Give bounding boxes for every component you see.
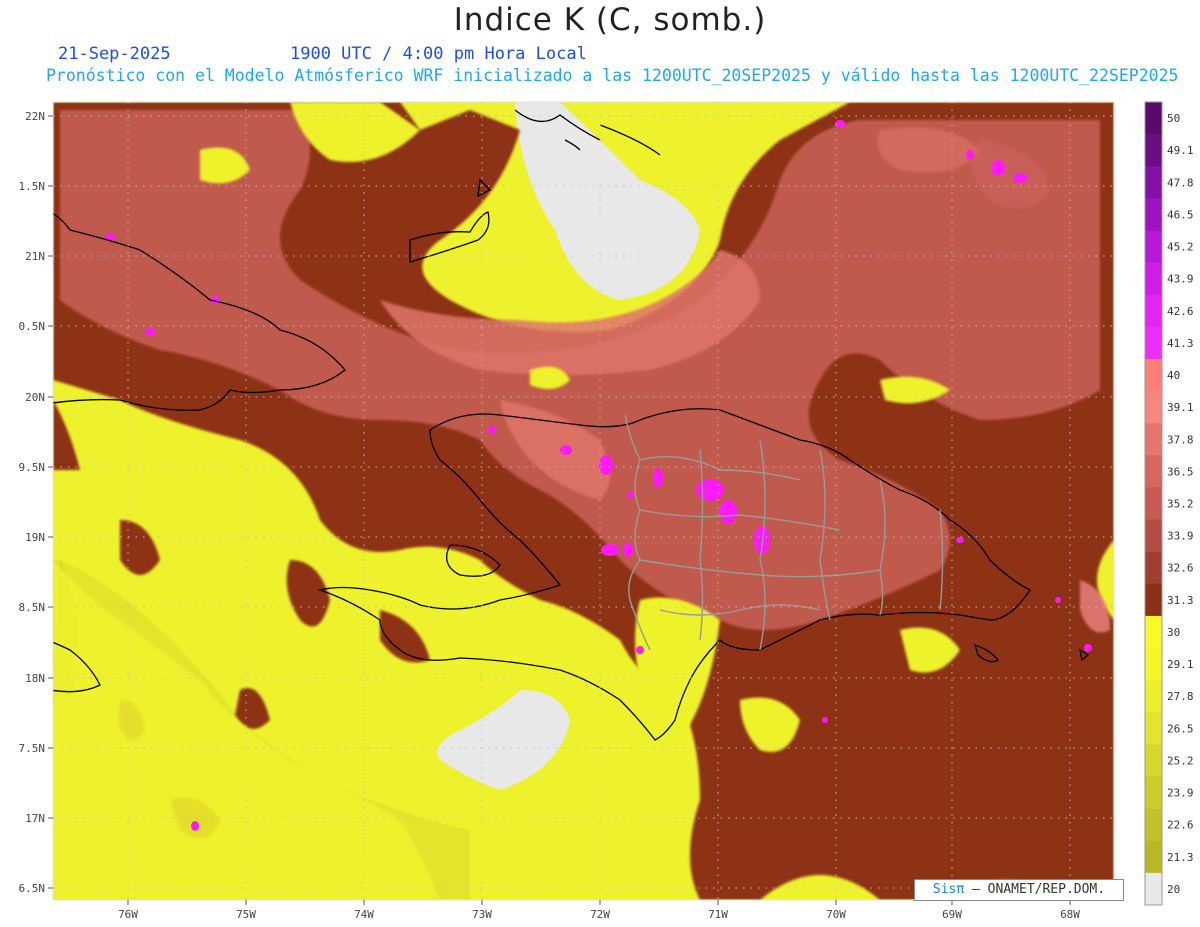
- lat-label: 18N: [25, 672, 45, 685]
- legend-label: 22.6: [1167, 819, 1194, 832]
- legend-swatch: [1145, 358, 1162, 392]
- lat-label: 20N: [25, 391, 45, 404]
- legend-swatch: [1145, 776, 1162, 810]
- legend-label: 43.9: [1167, 273, 1194, 286]
- legend-swatch: [1145, 166, 1162, 199]
- legend-label: 33.9: [1167, 530, 1194, 543]
- legend-swatch: [1145, 487, 1162, 521]
- legend-label: 37.8: [1167, 433, 1194, 446]
- latitude-labels: 22N 1.5N 21N 0.5N 20N 9.5N 19N 8.5N 18N …: [19, 110, 46, 895]
- legend-swatch: [1145, 391, 1162, 424]
- legend-swatch: [1145, 712, 1162, 745]
- lon-label: 75W: [236, 908, 256, 921]
- legend-label: 46.5: [1167, 208, 1194, 221]
- legend-label: 20: [1167, 883, 1180, 896]
- legend-label: 49.1: [1167, 144, 1194, 157]
- legend-swatch: [1145, 230, 1162, 264]
- lat-label: 21N: [25, 250, 45, 263]
- legend-swatch: [1145, 583, 1162, 617]
- legend-swatch: [1145, 294, 1162, 328]
- lat-label: 8.5N: [19, 601, 46, 614]
- legend-label: 39.1: [1167, 401, 1194, 414]
- lat-label: 17N: [25, 812, 45, 825]
- lon-label: 71W: [708, 908, 728, 921]
- legend-swatch: [1145, 551, 1162, 585]
- credit-sis: Sisπ: [932, 882, 965, 897]
- lon-label: 74W: [354, 908, 374, 921]
- legend-label: 32.6: [1167, 562, 1194, 575]
- legend-label: 26.5: [1167, 722, 1194, 735]
- lat-label: 0.5N: [19, 320, 46, 333]
- legend-swatch: [1145, 423, 1162, 456]
- legend-label: 25.2: [1167, 754, 1194, 767]
- credit-org: – ONAMET/REP.DOM.: [964, 882, 1106, 897]
- legend-label: 50: [1167, 112, 1180, 125]
- legend-label: 45.2: [1167, 241, 1194, 254]
- lon-label: 68W: [1060, 908, 1080, 921]
- legend-label: 41.3: [1167, 337, 1194, 350]
- legend-swatch: [1145, 455, 1162, 488]
- lon-label: 70W: [826, 908, 846, 921]
- forecast-map: 76W 75W 74W 73W 72W 71W 70W 69W 68W 22N …: [19, 101, 1194, 921]
- lon-label: 72W: [590, 908, 610, 921]
- legend-swatch: [1145, 648, 1162, 681]
- lon-label: 73W: [472, 908, 492, 921]
- legend-swatch: [1145, 615, 1162, 649]
- lon-label: 76W: [118, 908, 138, 921]
- k-index-field: [53, 102, 1114, 900]
- legend-swatch: [1145, 872, 1162, 906]
- legend-swatch: [1145, 198, 1162, 231]
- legend-label: 23.9: [1167, 787, 1194, 800]
- legend-swatch: [1145, 680, 1162, 713]
- lat-label: 22N: [25, 110, 45, 123]
- lat-label: 19N: [25, 531, 45, 544]
- legend-label: 40: [1167, 369, 1180, 382]
- legend-swatch: [1145, 744, 1162, 778]
- legend-label: 31.3: [1167, 594, 1194, 607]
- legend-label: 30: [1167, 626, 1180, 639]
- legend-label: 35.2: [1167, 498, 1194, 511]
- legend-label: 36.5: [1167, 465, 1194, 478]
- legend-swatch: [1145, 840, 1162, 874]
- legend-label: 21.3: [1167, 851, 1194, 864]
- legend-label: 42.6: [1167, 305, 1194, 318]
- legend-swatch: [1145, 808, 1162, 842]
- lat-label: 1.5N: [19, 180, 46, 193]
- longitude-labels: 76W 75W 74W 73W 72W 71W 70W 69W 68W: [118, 908, 1080, 921]
- color-legend: 50 49.1 47.8 46.5 45.2 43.9 42.6 41.3 40 39.1 37.8…: [1144, 101, 1194, 906]
- legend-label: 47.8: [1167, 176, 1194, 189]
- credit-box: Sisπ – ONAMET/REP.DOM.: [914, 879, 1124, 901]
- lat-label: 7.5N: [19, 742, 46, 755]
- legend-swatch: [1145, 262, 1162, 296]
- legend-swatch: [1145, 519, 1162, 553]
- legend-swatch: [1145, 134, 1162, 167]
- legend-label: 27.8: [1167, 690, 1194, 703]
- lat-label: 6.5N: [19, 882, 46, 895]
- legend-swatch: [1145, 326, 1162, 360]
- lon-label: 69W: [942, 908, 962, 921]
- legend-label: 29.1: [1167, 658, 1194, 671]
- lat-label: 9.5N: [19, 461, 46, 474]
- legend-swatch: [1145, 102, 1162, 135]
